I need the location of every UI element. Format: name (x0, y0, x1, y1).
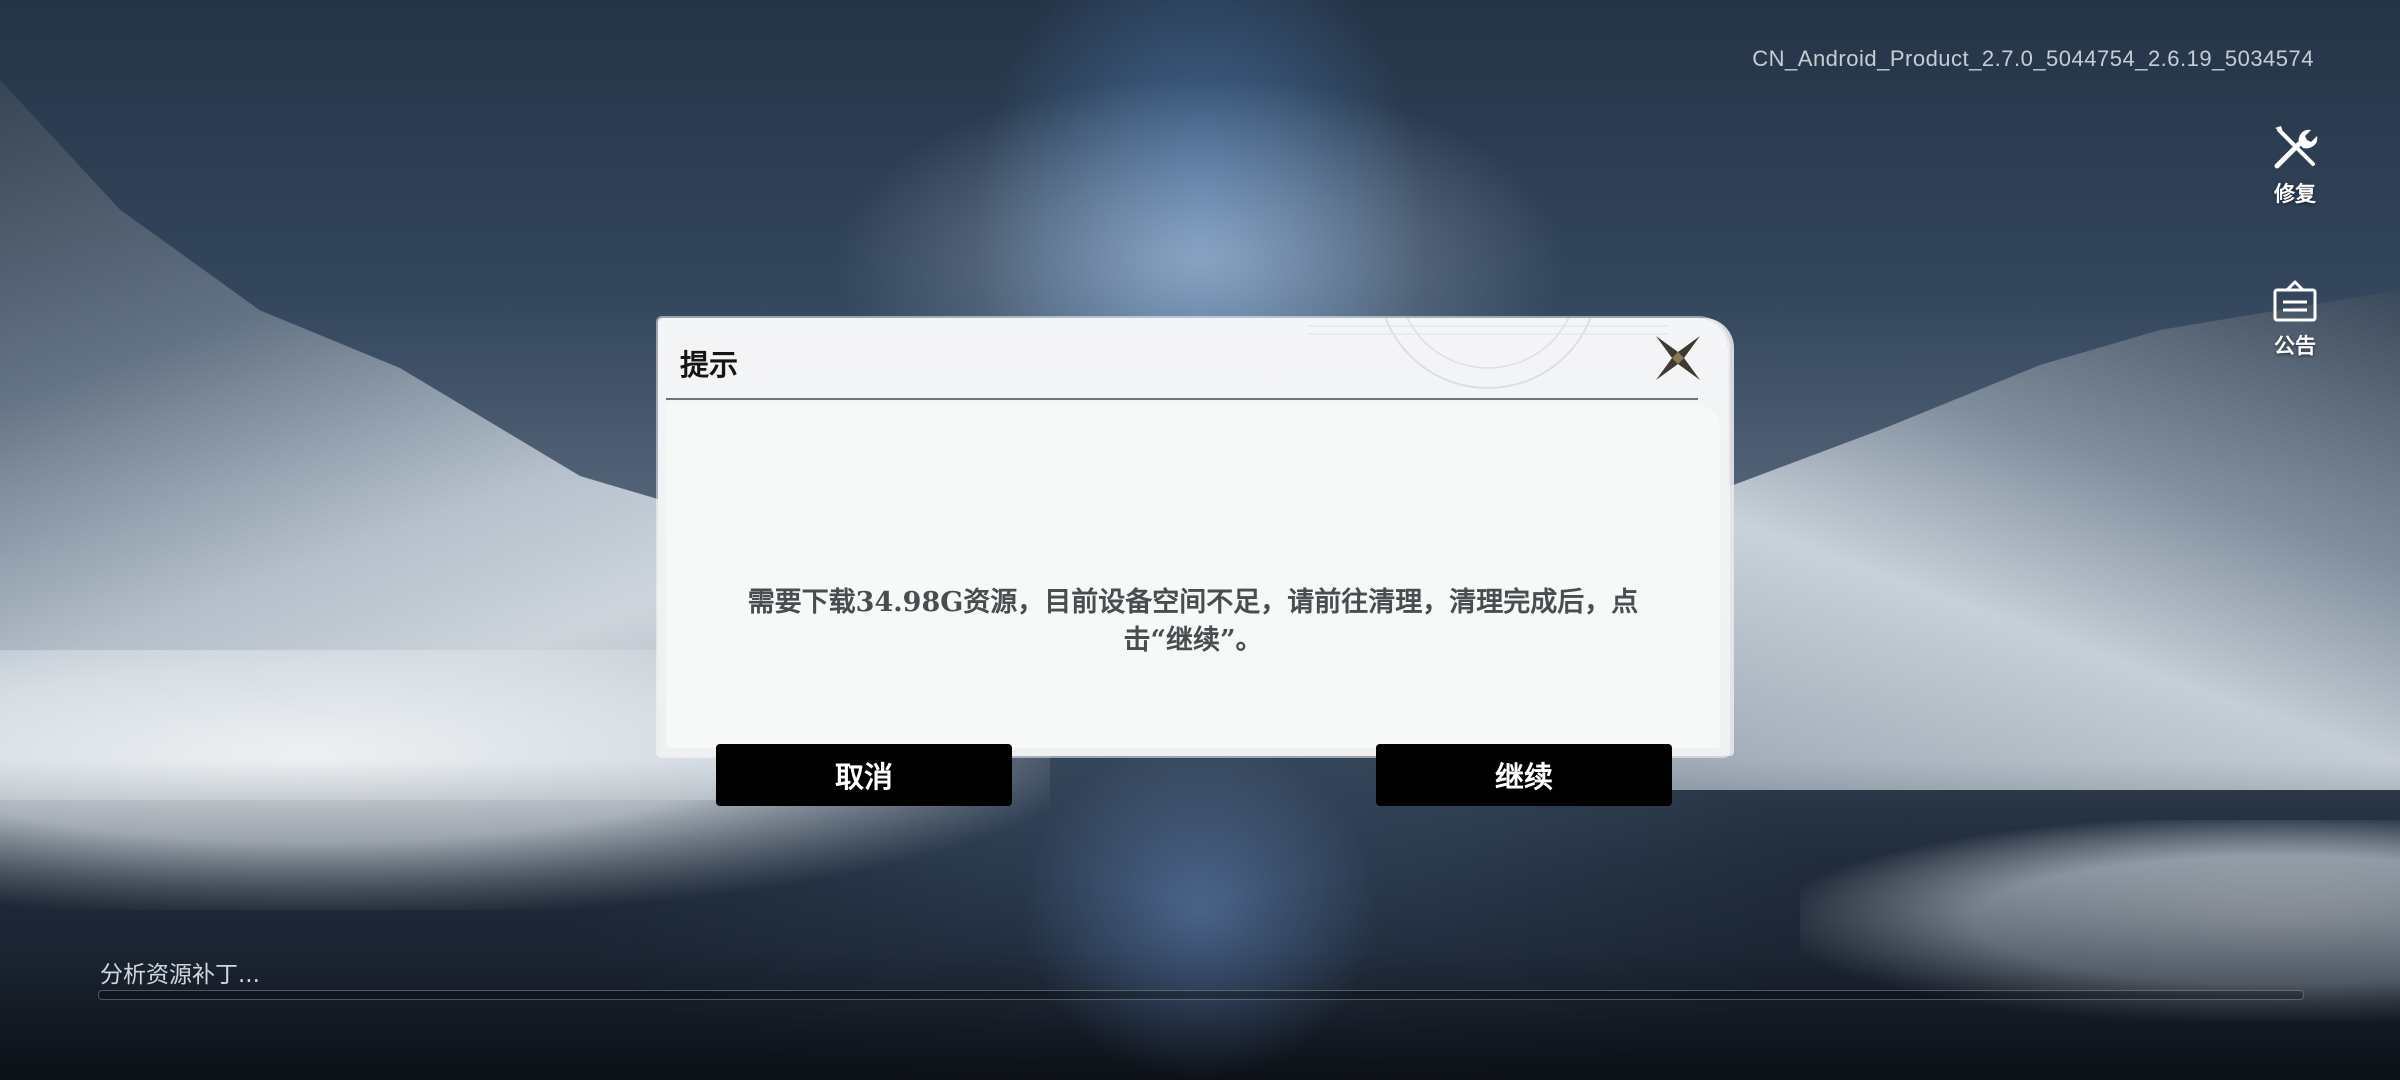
prompt-dialog: 提示 需要下载34.98G资源，目前设备空间不足，请前往清理，清理完成后，点击“… (658, 318, 1728, 806)
repair-label: 修复 (2274, 182, 2316, 206)
progress-status-text: 分析资源补丁... (100, 962, 260, 988)
header-divider (666, 398, 1698, 400)
repair-button[interactable]: 修复 (2260, 122, 2330, 208)
cancel-button[interactable]: 取消 (716, 744, 1012, 806)
progress-bar (98, 990, 2304, 1000)
wrench-screwdriver-icon (2274, 126, 2318, 169)
dialog-title: 提示 (680, 348, 739, 382)
version-text: CN_Android_Product_2.7.0_5044754_2.6.19_… (1752, 46, 2314, 71)
vortex-reflection (1020, 740, 1380, 1080)
close-icon (1656, 336, 1700, 380)
notice-button[interactable]: 公告 (2260, 278, 2330, 360)
continue-button[interactable]: 继续 (1376, 744, 1672, 806)
dialog-header: 提示 (658, 318, 1728, 400)
dialog-message: 需要下载34.98G资源，目前设备空间不足，请前往清理，清理完成后，点击“继续”… (747, 587, 1639, 656)
close-button[interactable] (1650, 330, 1706, 386)
notice-label: 公告 (2274, 334, 2316, 358)
header-decoration-icon (1308, 318, 1668, 389)
dialog-body: 需要下载34.98G资源，目前设备空间不足，请前往清理，清理完成后，点击“继续”… (666, 404, 1720, 806)
notice-board-icon (2273, 280, 2317, 322)
